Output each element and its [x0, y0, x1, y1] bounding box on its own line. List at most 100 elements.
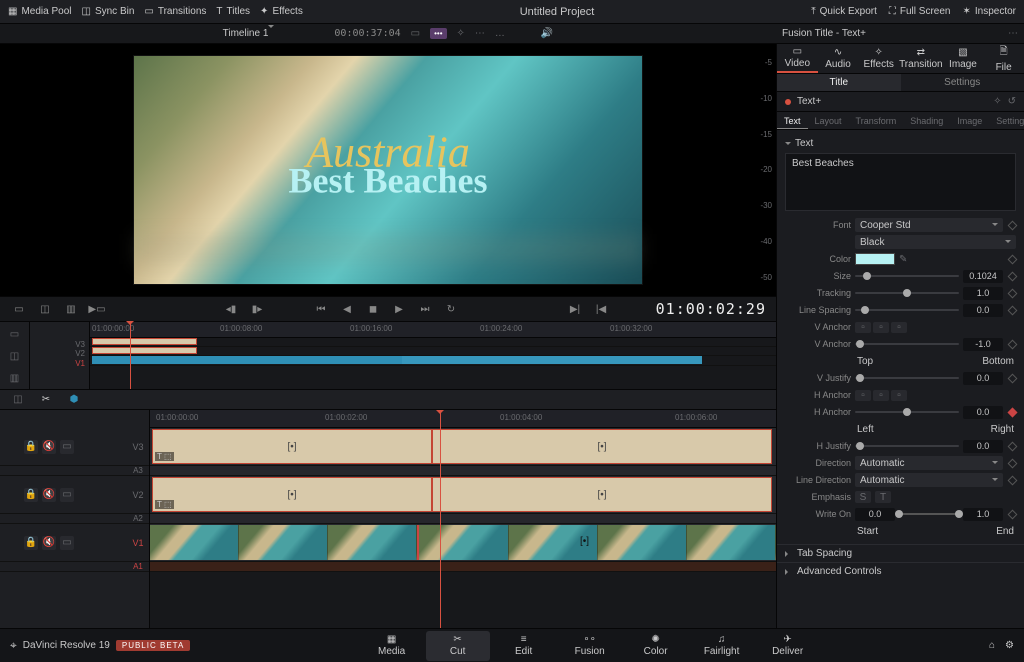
upper-playhead[interactable]: [130, 322, 131, 389]
tracking-value[interactable]: 1.0: [963, 287, 1003, 300]
lock-icon[interactable]: 🔒: [24, 536, 38, 550]
effects-btn[interactable]: ✦Effects: [260, 6, 303, 17]
keyframe-icon[interactable]: [1008, 220, 1018, 230]
subtab-settings[interactable]: Settings: [989, 112, 1024, 129]
subtab-image[interactable]: Image: [950, 112, 989, 129]
keyframe-icon[interactable]: [1008, 288, 1018, 298]
enable-dot-icon[interactable]: [785, 99, 791, 105]
subtab-shading[interactable]: Shading: [903, 112, 950, 129]
hjust-slider[interactable]: [855, 445, 959, 447]
inspector-tab-effects[interactable]: ✧Effects: [858, 44, 899, 73]
anchor-opt-icon[interactable]: ▫: [873, 390, 889, 401]
writeon-start[interactable]: 0.0: [855, 508, 895, 521]
size-value[interactable]: 0.1024: [963, 270, 1003, 283]
titles-btn[interactable]: TTitles: [216, 6, 250, 17]
anchor-opt-icon[interactable]: ▫: [873, 322, 889, 333]
wand-icon[interactable]: ✧: [993, 96, 1001, 107]
inspector-tab-audio[interactable]: ∿Audio: [818, 44, 859, 73]
inspector-more-icon[interactable]: ⋯: [1008, 28, 1018, 39]
media-pool-btn[interactable]: ▦Media Pool: [8, 6, 71, 17]
viewer-timecode[interactable]: 00:00:37:04: [334, 28, 400, 39]
track-tool-b-icon[interactable]: ◫: [5, 348, 25, 364]
writeon-slider[interactable]: [899, 513, 959, 515]
eyedropper-icon[interactable]: ✎: [899, 254, 907, 265]
hdr-badge[interactable]: •••: [430, 28, 446, 39]
anchor-opt-icon[interactable]: ▫: [855, 390, 871, 401]
subtab-layout[interactable]: Layout: [808, 112, 849, 129]
step-back-icon[interactable]: ◀: [338, 300, 356, 318]
inspector-tab-transition[interactable]: ⇄Transition: [899, 44, 943, 73]
go-start-icon[interactable]: ⏮: [312, 300, 330, 318]
subtab-text[interactable]: Text: [777, 112, 808, 129]
section-text[interactable]: Text: [785, 134, 1016, 153]
page-media[interactable]: ▦Media: [360, 631, 424, 661]
font-style-dropdown[interactable]: Black: [855, 235, 1016, 249]
track-v2[interactable]: [•]T ⬚ [•]: [150, 476, 776, 514]
section-advanced[interactable]: Advanced Controls: [777, 562, 1024, 580]
hanchor-value[interactable]: 0.0: [963, 406, 1003, 419]
keyframe-icon[interactable]: [1008, 254, 1018, 264]
track-header-v2[interactable]: 🔒🔇▭ V2: [0, 476, 149, 514]
tool-b-icon[interactable]: ◫: [36, 300, 54, 318]
mark-in-icon[interactable]: ▶|: [566, 300, 584, 318]
view-a-icon[interactable]: ◫: [8, 392, 28, 408]
wand-icon[interactable]: ✧: [457, 28, 465, 39]
lower-playhead[interactable]: [440, 410, 441, 628]
sync-bin-btn[interactable]: ◫Sync Bin: [81, 6, 134, 17]
page-edit[interactable]: ≡Edit: [492, 631, 556, 661]
anchor-opt-icon[interactable]: ▫: [891, 322, 907, 333]
mute-icon[interactable]: 🔇: [42, 440, 56, 454]
loop-icon[interactable]: ↻: [442, 300, 460, 318]
linedir-dropdown[interactable]: Automatic: [855, 473, 1003, 487]
inspector-tab-file[interactable]: 🗎File: [983, 44, 1024, 73]
seg-settings[interactable]: Settings: [901, 74, 1024, 91]
track-tool-a-icon[interactable]: ▭: [5, 326, 25, 342]
text-input[interactable]: Best Beaches: [785, 153, 1016, 211]
monitor-icon[interactable]: ▭: [411, 28, 420, 39]
share-icon[interactable]: …: [495, 28, 505, 39]
preview-canvas[interactable]: Australia Best Beaches: [133, 55, 643, 285]
hjust-value[interactable]: 0.0: [963, 440, 1003, 453]
keyframe-icon[interactable]: [1008, 373, 1018, 383]
keyframe-icon[interactable]: [1008, 475, 1018, 485]
writeon-end[interactable]: 1.0: [963, 508, 1003, 521]
font-dropdown[interactable]: Cooper Std: [855, 218, 1003, 232]
subtab-transform[interactable]: Transform: [849, 112, 904, 129]
upper-timeline-body[interactable]: 01:00:00:00 01:00:08:00 01:00:16:00 01:0…: [90, 322, 776, 389]
home-icon[interactable]: ⌂: [989, 640, 995, 651]
keyframe-icon[interactable]: [1008, 271, 1018, 281]
go-end-icon[interactable]: ⏭: [416, 300, 434, 318]
keyframe-icon[interactable]: [1008, 305, 1018, 315]
page-fusion[interactable]: ∘∘Fusion: [558, 631, 622, 661]
eye-icon[interactable]: ⋯: [475, 28, 485, 39]
keyframe-icon[interactable]: [1008, 407, 1018, 417]
anchor-opt-icon[interactable]: ▫: [891, 390, 907, 401]
main-timecode[interactable]: 01:00:02:29: [656, 300, 766, 318]
keyframe-icon[interactable]: [1008, 339, 1018, 349]
vjust-value[interactable]: 0.0: [963, 372, 1003, 385]
lower-timeline-body[interactable]: 01:00:00:00 01:00:02:00 01:00:04:00 01:0…: [150, 410, 776, 628]
jog-fwd-icon[interactable]: ▮▸: [248, 300, 266, 318]
vanchor-slider[interactable]: [855, 343, 959, 345]
track-header-v3[interactable]: 🔒🔇▭ V3: [0, 428, 149, 466]
emphasis-underline-icon[interactable]: T: [875, 491, 891, 503]
quick-export-btn[interactable]: ⤒Quick Export: [811, 6, 877, 17]
transitions-btn[interactable]: ▭Transitions: [144, 6, 206, 17]
linespacing-slider[interactable]: [855, 309, 959, 311]
settings-icon[interactable]: ⚙: [1005, 640, 1014, 651]
seg-title[interactable]: Title: [777, 74, 901, 91]
anchor-opt-icon[interactable]: ▫: [855, 322, 871, 333]
vanchor-value[interactable]: -1.0: [963, 338, 1003, 351]
direction-dropdown[interactable]: Automatic: [855, 456, 1003, 470]
lock-icon[interactable]: 🔒: [24, 488, 38, 502]
track-v1[interactable]: [•]: [150, 524, 776, 562]
track-header-v1[interactable]: 🔒🔇▭ V1: [0, 524, 149, 562]
mark-out-icon[interactable]: |◀: [592, 300, 610, 318]
size-slider[interactable]: [855, 275, 959, 277]
track-v3[interactable]: [•]T ⬚ [•]: [150, 428, 776, 466]
keyframe-icon[interactable]: [1008, 458, 1018, 468]
color-swatch[interactable]: [855, 253, 895, 265]
reset-icon[interactable]: ↺: [1008, 96, 1016, 107]
page-color[interactable]: ✺Color: [624, 631, 688, 661]
keyframe-icon[interactable]: [1008, 441, 1018, 451]
